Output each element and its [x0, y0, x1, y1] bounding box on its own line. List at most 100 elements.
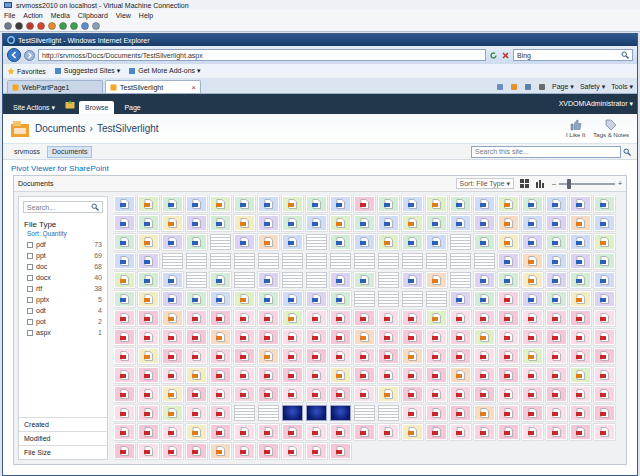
zoom-out-button[interactable]: – [552, 180, 556, 187]
document-thumbnail[interactable] [522, 310, 543, 326]
command-icon[interactable] [510, 83, 518, 91]
document-thumbnail[interactable] [594, 348, 615, 364]
document-thumbnail[interactable] [330, 310, 351, 326]
document-thumbnail[interactable] [138, 215, 159, 231]
web-part-title[interactable]: Pivot Viewer for SharePoint [3, 160, 637, 175]
back-icon[interactable] [7, 48, 21, 62]
document-thumbnail[interactable] [282, 329, 303, 345]
nav-item[interactable]: Documents [47, 146, 92, 158]
document-thumbnail[interactable] [234, 424, 255, 440]
document-thumbnail[interactable] [234, 386, 255, 402]
document-thumbnail[interactable] [138, 272, 159, 288]
document-thumbnail[interactable] [114, 348, 135, 364]
document-thumbnail[interactable] [282, 196, 303, 212]
document-thumbnail[interactable] [138, 443, 159, 459]
document-thumbnail[interactable] [402, 253, 423, 269]
document-thumbnail[interactable] [498, 310, 519, 326]
document-thumbnail[interactable] [210, 291, 231, 307]
document-thumbnail[interactable] [594, 272, 615, 288]
document-thumbnail[interactable] [162, 405, 183, 421]
document-thumbnail[interactable] [330, 234, 351, 250]
document-thumbnail[interactable] [378, 424, 399, 440]
document-thumbnail[interactable] [306, 310, 327, 326]
document-thumbnail[interactable] [426, 234, 447, 250]
document-thumbnail[interactable] [186, 272, 207, 288]
document-thumbnail[interactable] [258, 253, 279, 269]
vm-control-icon[interactable] [70, 22, 78, 30]
document-thumbnail[interactable] [450, 310, 471, 326]
document-thumbnail[interactable] [282, 367, 303, 383]
document-thumbnail[interactable] [210, 329, 231, 345]
document-thumbnail[interactable] [186, 443, 207, 459]
document-thumbnail[interactable] [186, 386, 207, 402]
document-thumbnail[interactable] [378, 386, 399, 402]
site-search-field[interactable]: Search this site... [471, 146, 621, 158]
document-thumbnail[interactable] [570, 424, 591, 440]
document-thumbnail[interactable] [450, 272, 471, 288]
document-thumbnail[interactable] [186, 405, 207, 421]
document-thumbnail[interactable] [426, 329, 447, 345]
document-thumbnail[interactable] [450, 405, 471, 421]
document-thumbnail[interactable] [402, 291, 423, 307]
document-thumbnail[interactable] [570, 291, 591, 307]
document-thumbnail[interactable] [234, 196, 255, 212]
document-thumbnail[interactable] [570, 329, 591, 345]
document-thumbnail[interactable] [330, 215, 351, 231]
document-thumbnail[interactable] [594, 215, 615, 231]
document-thumbnail[interactable] [402, 215, 423, 231]
vm-control-icon[interactable] [15, 22, 23, 30]
document-thumbnail[interactable] [378, 272, 399, 288]
document-thumbnail[interactable] [474, 367, 495, 383]
document-thumbnail[interactable] [162, 196, 183, 212]
document-thumbnail[interactable] [498, 272, 519, 288]
document-thumbnail[interactable] [306, 443, 327, 459]
document-thumbnail[interactable] [450, 386, 471, 402]
document-thumbnail[interactable] [570, 234, 591, 250]
document-thumbnail[interactable] [498, 424, 519, 440]
document-thumbnail[interactable] [282, 386, 303, 402]
document-thumbnail[interactable] [474, 424, 495, 440]
vm-control-icon[interactable] [4, 22, 12, 30]
document-thumbnail[interactable] [162, 443, 183, 459]
document-thumbnail[interactable] [330, 272, 351, 288]
document-thumbnail[interactable] [570, 348, 591, 364]
document-thumbnail[interactable] [546, 272, 567, 288]
site-actions-button[interactable]: Site Actions ▾ [7, 101, 61, 114]
facet-checkbox[interactable] [27, 319, 33, 325]
document-thumbnail[interactable] [306, 234, 327, 250]
vm-control-icon[interactable] [59, 22, 67, 30]
document-thumbnail[interactable] [282, 253, 303, 269]
document-thumbnail[interactable] [330, 367, 351, 383]
document-thumbnail[interactable] [570, 215, 591, 231]
document-thumbnail[interactable] [546, 424, 567, 440]
document-thumbnail[interactable] [138, 196, 159, 212]
document-thumbnail[interactable] [426, 310, 447, 326]
document-thumbnail[interactable] [354, 348, 375, 364]
document-thumbnail[interactable] [258, 367, 279, 383]
facet-checkbox[interactable] [27, 330, 33, 336]
document-thumbnail[interactable] [378, 253, 399, 269]
document-thumbnail[interactable] [306, 348, 327, 364]
document-thumbnail[interactable] [210, 253, 231, 269]
document-thumbnail[interactable] [234, 272, 255, 288]
document-thumbnail[interactable] [426, 272, 447, 288]
document-thumbnail[interactable] [354, 405, 375, 421]
document-thumbnail[interactable] [282, 424, 303, 440]
facet-checkbox[interactable] [27, 297, 33, 303]
document-thumbnail[interactable] [402, 405, 423, 421]
document-thumbnail[interactable] [354, 291, 375, 307]
document-thumbnail[interactable] [402, 424, 423, 440]
document-thumbnail[interactable] [138, 386, 159, 402]
document-thumbnail[interactable] [186, 348, 207, 364]
document-thumbnail[interactable] [426, 215, 447, 231]
document-thumbnail[interactable] [546, 234, 567, 250]
document-thumbnail[interactable] [282, 291, 303, 307]
document-thumbnail[interactable] [450, 196, 471, 212]
address-field[interactable]: http://srvmoss/Docs/Documents/TestSilver… [38, 49, 486, 61]
search-icon[interactable] [621, 51, 629, 59]
command-button[interactable]: Tools ▾ [611, 83, 633, 91]
collapsed-facet[interactable]: Created [19, 417, 107, 431]
document-thumbnail[interactable] [570, 196, 591, 212]
document-thumbnail[interactable] [450, 215, 471, 231]
document-thumbnail[interactable] [258, 272, 279, 288]
